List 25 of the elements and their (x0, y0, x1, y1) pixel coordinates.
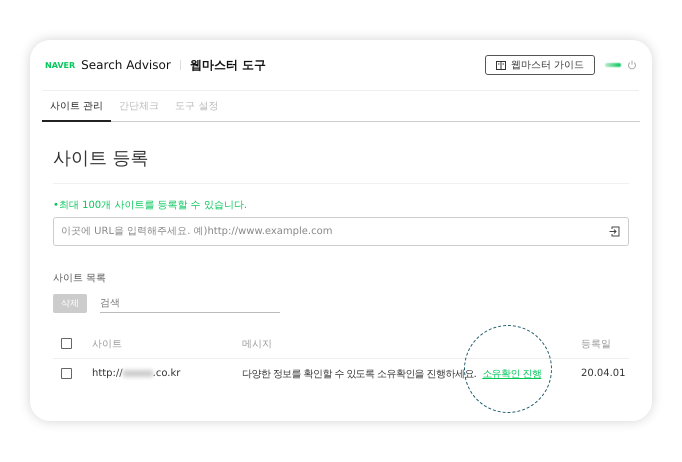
notice-text: •최대 100개 사이트를 등록할 수 있습니다. (53, 199, 248, 213)
brand-logo: NAVER (45, 60, 76, 70)
column-header: 사이트 (92, 338, 123, 350)
date-cell-text: 20.04.01 (581, 368, 627, 379)
column-header: 등록일 (581, 338, 612, 350)
masked-username (605, 63, 621, 67)
section-title: 웹마스터 도구 (190, 56, 266, 74)
tab[interactable]: 간단체크 (111, 91, 168, 122)
section-heading: 사이트 목록 (53, 272, 108, 286)
column-header: 메시지 (242, 338, 273, 350)
page-title: 사이트 등록 (53, 122, 629, 184)
redacted-text (122, 370, 153, 377)
message-text: 다양한 정보를 확인할 수 있도록 소유확인을 진행하세요. (242, 368, 476, 380)
select-all-checkbox[interactable] (61, 338, 72, 349)
site-url: .co.kr (152, 368, 180, 379)
enter-icon[interactable] (609, 226, 620, 237)
guide-button[interactable]: 웹마스터 가이드 (484, 55, 595, 75)
product-name: Search Advisor (81, 58, 171, 72)
book-icon (496, 60, 506, 70)
row-checkbox[interactable] (61, 368, 72, 379)
url-field[interactable]: 이곳에 URL을 입력해주세요. 예)http://www.example.com (53, 217, 629, 246)
verify-link[interactable]: 소유확인 진행 (482, 368, 542, 380)
site-url: http:// (92, 368, 123, 379)
tab[interactable]: 도구 설정 (167, 91, 226, 122)
tab[interactable]: 사이트 관리 (42, 91, 112, 122)
